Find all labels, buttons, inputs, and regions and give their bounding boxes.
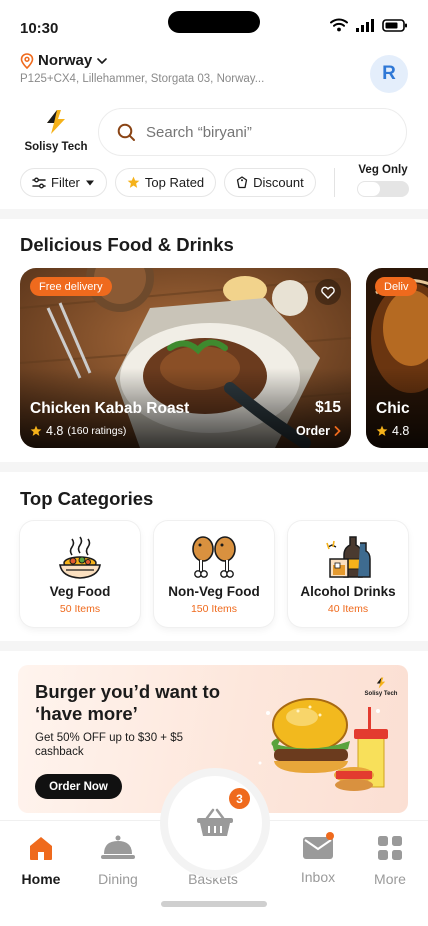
section-divider xyxy=(0,209,428,219)
nav-more[interactable]: More xyxy=(355,833,425,887)
nav-label: Home xyxy=(21,871,61,887)
nav-label: Inbox xyxy=(300,869,336,885)
basket-count-badge: 3 xyxy=(229,788,250,809)
food-rating: 4.8 xyxy=(376,424,409,438)
location-address: P125+CX4, Lillehammer, Storgata 03, Norw… xyxy=(20,73,265,85)
status-bar: 10:30 xyxy=(0,0,428,46)
nav-inbox[interactable]: Inbox xyxy=(283,832,353,885)
category-card-non-veg[interactable]: Non-Veg Food 150 Items xyxy=(154,521,274,627)
order-label: Order xyxy=(295,424,330,438)
promo-subtitle: Get 50% OFF up to $30 + $5 cashback xyxy=(35,732,183,758)
star-icon xyxy=(30,425,42,436)
grid-icon xyxy=(378,836,402,860)
category-count: 40 Items xyxy=(327,603,369,615)
bottles-icon xyxy=(326,536,371,578)
star-icon xyxy=(376,425,388,436)
free-delivery-badge: Free delivery xyxy=(30,277,112,296)
order-link[interactable]: Order xyxy=(296,424,341,438)
food-card[interactable]: Deliv Chic 4.8 xyxy=(366,268,428,448)
nav-label: Dining xyxy=(98,871,138,887)
category-name: Alcohol Drinks xyxy=(300,584,396,599)
food-price: $15 xyxy=(315,399,341,416)
lightning-logo-icon xyxy=(376,677,386,689)
search-bar[interactable] xyxy=(98,108,407,156)
food-rating: 4.8 (160 ratings) xyxy=(30,424,126,438)
category-name: Veg Food xyxy=(49,584,111,599)
category-card-veg[interactable]: Veg Food 50 Items xyxy=(20,521,140,627)
order-now-button[interactable]: Order Now xyxy=(35,774,122,799)
cloche-icon xyxy=(101,835,135,859)
basket-button[interactable]: 3 xyxy=(168,776,262,870)
veg-bowl-icon xyxy=(59,536,101,579)
burger-image xyxy=(258,698,388,791)
status-icons xyxy=(330,18,408,32)
notification-dot xyxy=(326,832,334,840)
chicken-leg-icon xyxy=(192,536,236,578)
battery-icon xyxy=(382,18,407,32)
discount-label: Discount xyxy=(253,175,304,190)
category-list: Veg Food 50 Items Non-Veg Food 150 Items xyxy=(20,521,408,627)
rating-value: 4.8 xyxy=(46,424,64,438)
veg-only-toggle[interactable] xyxy=(357,181,409,197)
location-pin-icon xyxy=(20,52,34,69)
rating-value: 4.8 xyxy=(392,424,410,438)
food-name: Chicken Kabab Roast xyxy=(30,400,190,417)
tag-icon xyxy=(237,176,248,189)
lightning-logo-icon xyxy=(47,110,65,134)
food-name: Chic xyxy=(376,400,410,417)
chevron-right-icon xyxy=(334,426,341,436)
search-icon xyxy=(117,123,135,141)
ratings-count: (160 ratings) xyxy=(67,425,127,437)
brand-name: Solisy Tech xyxy=(24,141,88,153)
veg-only-toggle-group: Veg Only xyxy=(352,164,414,197)
wifi-icon xyxy=(330,18,348,32)
free-delivery-badge: Deliv xyxy=(375,277,418,296)
category-count: 50 Items xyxy=(59,603,101,615)
section-divider xyxy=(0,641,428,651)
section-divider xyxy=(0,462,428,472)
category-card-alcohol[interactable]: Alcohol Drinks 40 Items xyxy=(288,521,408,627)
food-card[interactable]: Free delivery Chicken Kabab Roast $15 4.… xyxy=(20,268,351,448)
dynamic-island xyxy=(168,11,260,33)
sliders-icon xyxy=(32,177,46,188)
top-rated-label: Top Rated xyxy=(144,175,205,190)
chevron-down-icon xyxy=(97,57,107,64)
filter-label: Filter xyxy=(51,175,80,190)
discount-chip[interactable]: Discount xyxy=(224,168,316,197)
heart-icon xyxy=(321,286,335,299)
nav-label: More xyxy=(374,871,406,887)
basket-icon xyxy=(197,808,233,836)
caret-down-icon xyxy=(85,180,94,185)
brand-logo: Solisy Tech xyxy=(19,109,93,153)
avatar[interactable]: R xyxy=(370,55,408,93)
nav-home[interactable]: Home xyxy=(6,833,76,887)
favorite-button[interactable] xyxy=(315,279,341,305)
signal-icon xyxy=(356,18,374,32)
home-indicator xyxy=(161,901,267,907)
nav-label: Baskets xyxy=(188,871,238,887)
location-country: Norway xyxy=(38,52,93,69)
promo-title: Burger you’d want to ‘have more’ xyxy=(35,681,220,724)
home-icon xyxy=(30,837,52,860)
top-rated-chip[interactable]: Top Rated xyxy=(114,168,217,197)
filter-chips: Filter Top Rated Discount xyxy=(20,168,316,197)
category-name: Non-Veg Food xyxy=(168,584,260,599)
filter-chip[interactable]: Filter xyxy=(20,168,107,197)
nav-dining[interactable]: Dining xyxy=(83,833,153,887)
categories-section-title: Top Categories xyxy=(20,488,154,509)
status-time: 10:30 xyxy=(20,20,59,37)
category-count: 150 Items xyxy=(190,603,238,615)
search-input[interactable] xyxy=(146,123,376,141)
food-section-title: Delicious Food & Drinks xyxy=(20,234,234,255)
location-selector[interactable]: Norway P125+CX4, Lillehammer, Storgata 0… xyxy=(20,52,350,85)
filter-divider xyxy=(334,168,335,197)
star-icon xyxy=(127,176,140,188)
veg-only-label: Veg Only xyxy=(358,164,408,176)
